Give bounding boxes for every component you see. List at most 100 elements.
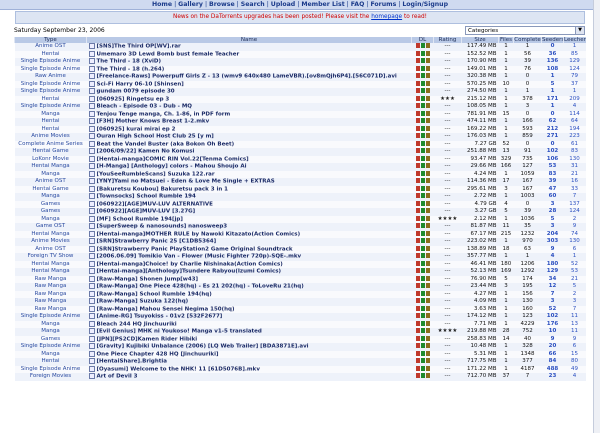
row-seeders[interactable]: 5 xyxy=(541,80,564,88)
magnet-icon[interactable] xyxy=(420,110,425,116)
nav-link-faq[interactable]: FAQ xyxy=(351,1,365,8)
row-category-link[interactable]: Hentai xyxy=(14,50,87,58)
row-name-link[interactable]: [060922][AGE]MUV-LUV [3.27G] xyxy=(97,209,196,215)
download-icon[interactable] xyxy=(415,215,420,221)
details-icon[interactable] xyxy=(425,185,430,191)
row-seeders[interactable]: 36 xyxy=(541,50,564,58)
magnet-icon[interactable] xyxy=(420,185,425,191)
row-seeders[interactable]: 34 xyxy=(541,275,564,283)
nav-link-forums[interactable]: Forums xyxy=(370,1,396,8)
nav-link-search[interactable]: Search xyxy=(241,1,265,8)
row-name-link[interactable]: [Hentai-manga]COMIC RIN Vol.22[Tenma Com… xyxy=(97,156,249,162)
row-category-link[interactable]: Foreign Movies xyxy=(14,373,87,381)
details-icon[interactable] xyxy=(425,358,430,364)
download-icon[interactable] xyxy=(415,170,420,176)
download-icon[interactable] xyxy=(415,238,420,244)
row-name-link[interactable]: [Hentai-manga]MOTHER RULE by Nawoki Kita… xyxy=(97,231,301,237)
row-category-link[interactable]: Raw Anime xyxy=(14,73,87,81)
magnet-icon[interactable] xyxy=(420,335,425,341)
row-seeders[interactable]: 28 xyxy=(541,208,564,216)
details-icon[interactable] xyxy=(425,110,430,116)
row-leechers[interactable]: 83 xyxy=(563,148,586,156)
download-icon[interactable] xyxy=(415,208,420,214)
row-leechers[interactable]: 52 xyxy=(563,260,586,268)
download-icon[interactable] xyxy=(415,358,420,364)
details-icon[interactable] xyxy=(425,140,430,146)
details-icon[interactable] xyxy=(425,253,430,259)
details-icon[interactable] xyxy=(425,95,430,101)
magnet-icon[interactable] xyxy=(420,275,425,281)
download-icon[interactable] xyxy=(415,43,420,49)
download-icon[interactable] xyxy=(415,350,420,356)
row-seeders[interactable]: 66 xyxy=(541,350,564,358)
row-name-link[interactable]: [Hentai-manga]Choice! by Charlie Nishina… xyxy=(97,261,283,267)
row-category-link[interactable]: Complete Anime Series xyxy=(14,140,87,148)
row-seeders[interactable]: 1 xyxy=(541,73,564,81)
details-icon[interactable] xyxy=(425,223,430,229)
download-icon[interactable] xyxy=(415,373,420,379)
row-leechers[interactable]: 16 xyxy=(563,178,586,186)
row-category-link[interactable]: Raw Manga xyxy=(14,298,87,306)
row-leechers[interactable]: 1 xyxy=(563,88,586,96)
details-icon[interactable] xyxy=(425,373,430,379)
row-name-link[interactable]: Umemaro 3D Lewd Bomb bust female Teacher xyxy=(97,51,240,57)
row-leechers[interactable]: 130 xyxy=(563,155,586,163)
row-name-link[interactable]: [SuperSweep & nanosounds] nanosweep3 xyxy=(97,224,228,230)
magnet-icon[interactable] xyxy=(420,313,425,319)
row-name-link[interactable]: [SRN]Strawberry Panic PlayStation2 Game … xyxy=(97,246,293,252)
row-name-link[interactable]: [2006/09/22] Kamen No Komusi xyxy=(97,149,195,155)
row-name-link[interactable]: Art of Devil 3 xyxy=(97,374,138,380)
row-seeders[interactable]: 84 xyxy=(541,358,564,366)
row-name-link[interactable]: [Freelance-Raws] Powerpuff Girls Z - 13 … xyxy=(97,74,397,80)
row-leechers[interactable]: 4 xyxy=(563,373,586,381)
details-icon[interactable] xyxy=(425,290,430,296)
row-name-link[interactable]: [Raw-Manga] Suzuka 122(hq) xyxy=(97,299,189,305)
download-icon[interactable] xyxy=(415,125,420,131)
download-icon[interactable] xyxy=(415,313,420,319)
row-seeders[interactable]: 106 xyxy=(541,155,564,163)
nav-link-gallery[interactable]: Gallery xyxy=(178,1,203,8)
download-icon[interactable] xyxy=(415,268,420,274)
download-icon[interactable] xyxy=(415,58,420,64)
row-category-link[interactable]: Anime OST xyxy=(14,245,87,253)
row-seeders[interactable]: 303 xyxy=(541,238,564,246)
details-icon[interactable] xyxy=(425,260,430,266)
row-category-link[interactable]: Manga xyxy=(14,110,87,118)
row-category-link[interactable]: LoKonr Movie xyxy=(14,155,87,163)
row-seeders[interactable]: 52 xyxy=(541,305,564,313)
row-name-link[interactable]: The Third - 18 (h.264) xyxy=(97,66,165,72)
row-name-link[interactable]: [060922][AGE]MUV-LUV ALTERNATIVE xyxy=(97,201,213,207)
row-seeders[interactable]: 20 xyxy=(541,343,564,351)
row-seeders[interactable]: 1 xyxy=(541,103,564,111)
row-leechers[interactable]: 31 xyxy=(563,163,586,171)
download-icon[interactable] xyxy=(415,73,420,79)
row-category-link[interactable]: Anime OST xyxy=(14,43,87,51)
download-icon[interactable] xyxy=(415,88,420,94)
download-icon[interactable] xyxy=(415,335,420,341)
row-category-link[interactable]: Hentai xyxy=(14,118,87,126)
details-icon[interactable] xyxy=(425,148,430,154)
row-category-link[interactable]: Hentai xyxy=(14,358,87,366)
details-icon[interactable] xyxy=(425,80,430,86)
row-seeders[interactable]: 7 xyxy=(541,290,564,298)
download-icon[interactable] xyxy=(415,185,420,191)
row-category-link[interactable]: Single Episode Anime xyxy=(14,80,87,88)
download-icon[interactable] xyxy=(415,305,420,311)
row-category-link[interactable]: Hentai Manga xyxy=(14,260,87,268)
row-category-link[interactable]: Manga xyxy=(14,193,87,201)
nav-link-home[interactable]: Home xyxy=(152,1,172,8)
download-icon[interactable] xyxy=(415,290,420,296)
row-seeders[interactable]: 10 xyxy=(541,328,564,336)
row-category-link[interactable]: Hentai Game xyxy=(14,185,87,193)
row-category-link[interactable]: Hentai Manga xyxy=(14,268,87,276)
row-name-link[interactable]: gundam 0079 episode 30 xyxy=(97,89,175,95)
details-icon[interactable] xyxy=(425,125,430,131)
column-files[interactable]: Files xyxy=(498,37,514,43)
row-seeders[interactable]: 47 xyxy=(541,185,564,193)
details-icon[interactable] xyxy=(425,230,430,236)
row-category-link[interactable]: Manga xyxy=(14,320,87,328)
row-seeders[interactable]: 129 xyxy=(541,268,564,276)
magnet-icon[interactable] xyxy=(420,88,425,94)
row-name-link[interactable]: [Hentai-manga][Anthology]Tsundere Rabyou… xyxy=(97,269,282,275)
row-name-link[interactable]: [JPN][PS2CD]Kamen Rider Hibiki xyxy=(97,336,198,342)
